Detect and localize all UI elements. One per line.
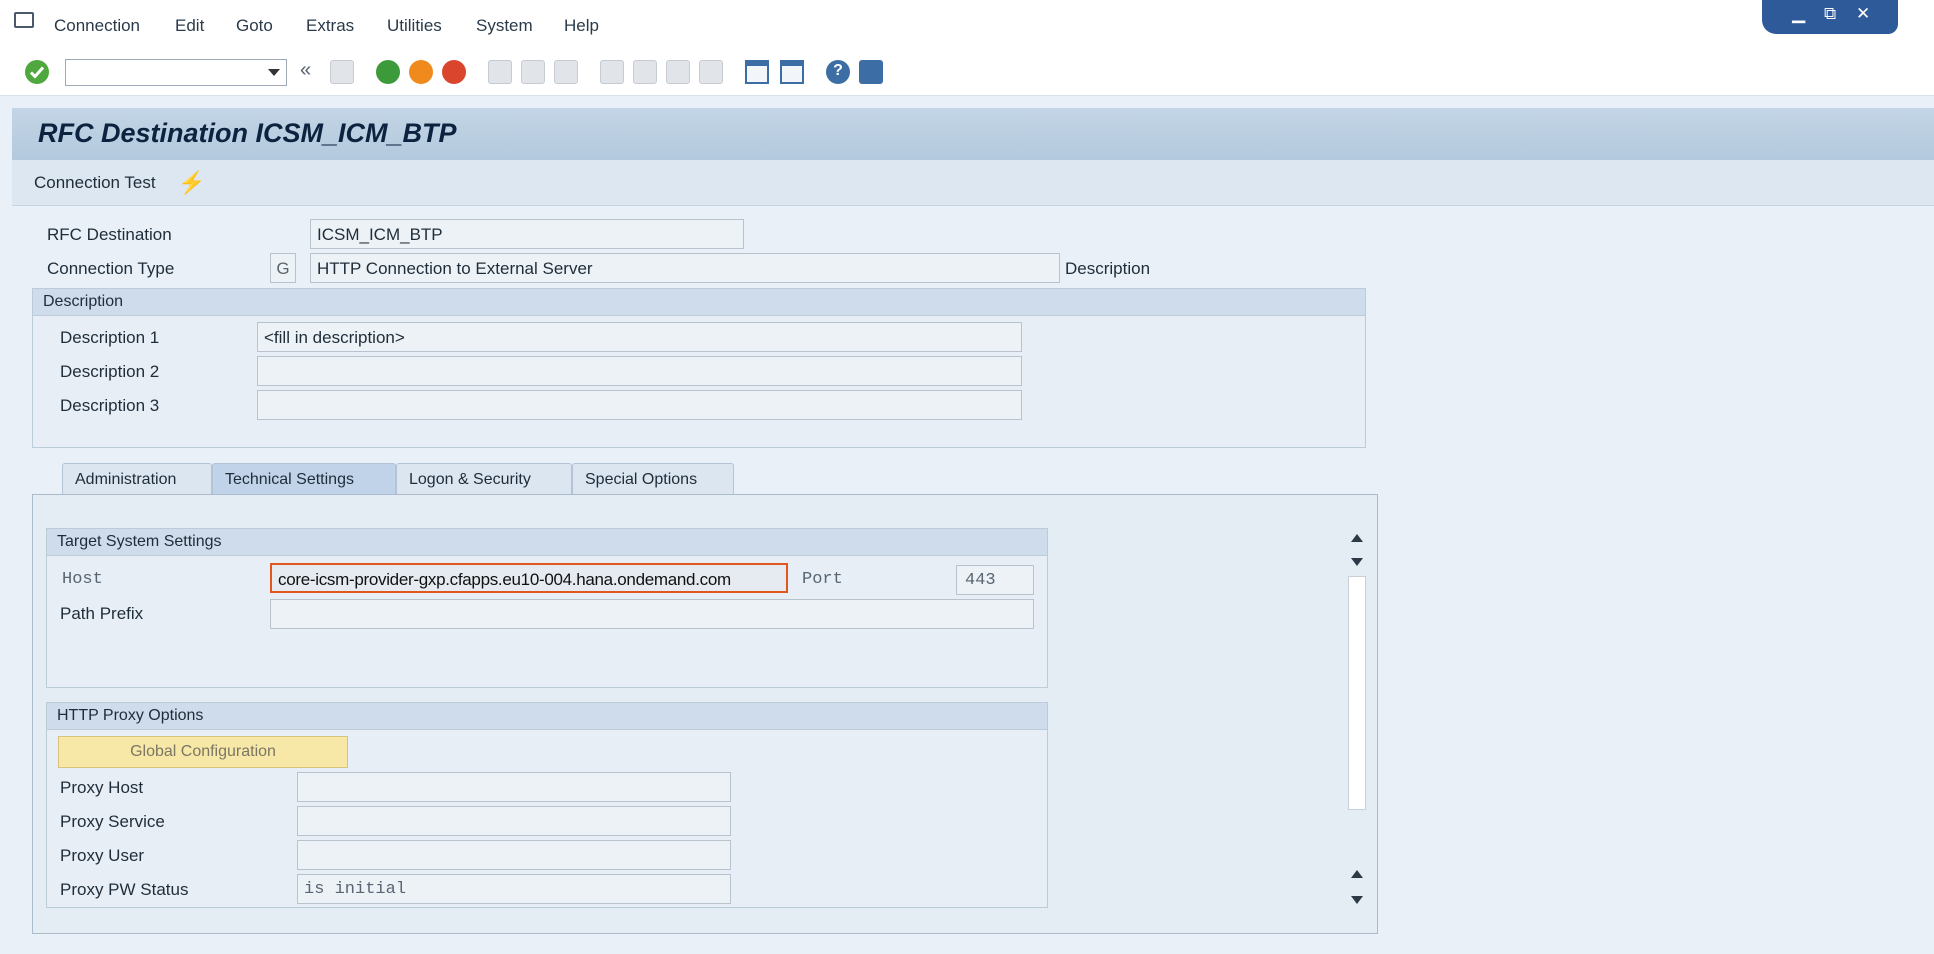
proxy-host-field[interactable] — [297, 772, 731, 802]
menu-help[interactable]: Help — [564, 16, 599, 36]
connection-test-button[interactable]: Connection Test — [34, 173, 156, 193]
standard-toolbar: « ? — [0, 50, 1934, 96]
system-menu-icon[interactable] — [14, 12, 34, 28]
menu-extras[interactable]: Extras — [306, 16, 354, 36]
global-configuration-button[interactable]: Global Configuration — [58, 736, 348, 768]
description-link[interactable]: Description — [1065, 259, 1150, 279]
connection-type-field[interactable]: HTTP Connection to External Server — [310, 253, 1060, 283]
scroll-up-icon[interactable] — [1351, 870, 1363, 878]
enter-check-icon[interactable] — [25, 60, 49, 84]
restore-icon[interactable]: ⧉ — [1824, 4, 1836, 24]
next-page-icon[interactable] — [666, 60, 690, 84]
proxy-pw-status-field: is initial — [297, 874, 731, 904]
command-field[interactable] — [65, 59, 287, 86]
path-prefix-field[interactable] — [270, 599, 1034, 629]
save-icon[interactable] — [330, 60, 354, 84]
exit-icon[interactable] — [409, 60, 433, 84]
close-icon[interactable]: ✕ — [1856, 4, 1870, 24]
menu-connection[interactable]: Connection — [54, 16, 140, 36]
tab-administration[interactable]: Administration — [62, 463, 212, 495]
menu-edit[interactable]: Edit — [175, 16, 204, 36]
description-3-field[interactable] — [257, 390, 1022, 420]
connection-type-code[interactable]: G — [270, 253, 296, 283]
description-1-field[interactable]: <fill in description> — [257, 322, 1022, 352]
rfc-destination-field[interactable]: ICSM_ICM_BTP — [310, 219, 744, 249]
vertical-scrollbar[interactable] — [1348, 526, 1366, 912]
description-1-label: Description 1 — [60, 328, 160, 347]
scrollbar-track[interactable] — [1348, 576, 1366, 810]
description-group-title: Description — [33, 289, 1365, 316]
minimize-icon[interactable]: ▁ — [1792, 4, 1805, 24]
proxy-service-field[interactable] — [297, 806, 731, 836]
cancel-icon[interactable] — [442, 60, 466, 84]
find-next-icon[interactable] — [554, 60, 578, 84]
application-toolbar: Connection Test ⚡ — [12, 160, 1934, 206]
title-bar: RFC Destination ICSM_ICM_BTP — [12, 108, 1934, 160]
tab-technical-settings[interactable]: Technical Settings — [212, 463, 396, 495]
new-session-icon[interactable] — [745, 60, 769, 84]
first-page-icon[interactable] — [600, 60, 624, 84]
proxy-service-label: Proxy Service — [60, 812, 165, 831]
print-icon[interactable] — [488, 60, 512, 84]
description-2-label: Description 2 — [60, 362, 160, 381]
collapse-icon[interactable]: « — [300, 59, 311, 82]
last-page-icon[interactable] — [699, 60, 723, 84]
tab-special-options[interactable]: Special Options — [572, 463, 734, 495]
tab-logon-security[interactable]: Logon & Security — [396, 463, 572, 495]
menu-utilities[interactable]: Utilities — [387, 16, 442, 36]
scroll-down-icon[interactable] — [1351, 558, 1363, 566]
menu-goto[interactable]: Goto — [236, 16, 273, 36]
description-2-field[interactable] — [257, 356, 1022, 386]
port-field[interactable]: 443 — [956, 565, 1034, 595]
proxy-user-label: Proxy User — [60, 846, 145, 865]
host-label: Host — [62, 570, 103, 589]
scroll-down-icon[interactable] — [1351, 896, 1363, 904]
proxy-host-label: Proxy Host — [60, 778, 144, 797]
port-label: Port — [802, 570, 843, 589]
menu-bar: Connection Edit Goto Extras Utilities Sy… — [0, 0, 1934, 50]
host-field[interactable]: core-icsm-provider-gxp.cfapps.eu10-004.h… — [270, 563, 788, 593]
shortcut-icon[interactable] — [780, 60, 804, 84]
description-3-label: Description 3 — [60, 396, 160, 415]
proxy-user-field[interactable] — [297, 840, 731, 870]
rfc-destination-label: RFC Destination — [47, 225, 172, 244]
page-title: RFC Destination ICSM_ICM_BTP — [38, 118, 457, 148]
window-controls: ▁ ⧉ ✕ — [1762, 0, 1898, 34]
chevron-down-icon[interactable] — [268, 69, 280, 76]
proxy-group-title: HTTP Proxy Options — [47, 703, 1047, 730]
back-icon[interactable] — [376, 60, 400, 84]
find-icon[interactable] — [521, 60, 545, 84]
menu-system[interactable]: System — [476, 16, 533, 36]
help-icon[interactable]: ? — [826, 60, 850, 84]
wand-icon[interactable]: ⚡ — [178, 170, 205, 196]
customize-layout-icon[interactable] — [859, 60, 883, 84]
path-prefix-label: Path Prefix — [60, 604, 144, 623]
proxy-pw-status-label: Proxy PW Status — [60, 880, 189, 899]
previous-page-icon[interactable] — [633, 60, 657, 84]
connection-type-label: Connection Type — [47, 259, 175, 278]
target-system-group-title: Target System Settings — [47, 529, 1047, 556]
scroll-up-icon[interactable] — [1351, 534, 1363, 542]
